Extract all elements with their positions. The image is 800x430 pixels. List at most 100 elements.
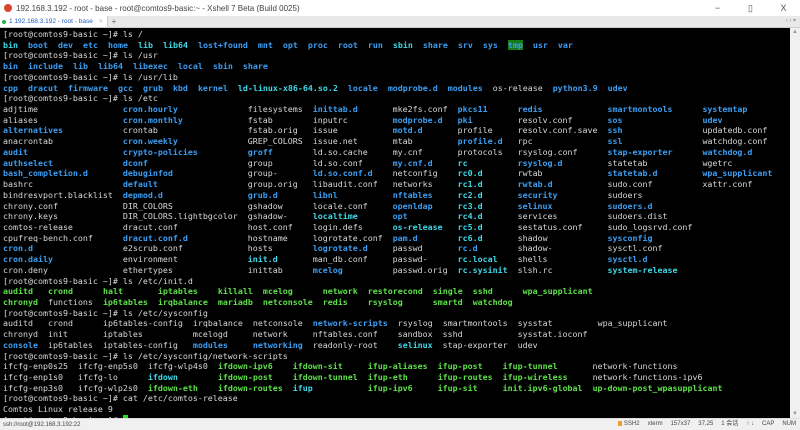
command-line: [root@comtos9-basic ~]# ls /usr (3, 50, 772, 61)
command-line: [root@comtos9-basic ~]# ls /usr/lib (3, 72, 772, 83)
listing-entry: udev (608, 83, 628, 93)
listing-entry: rc4.d (458, 211, 483, 221)
listing-entry: rc3.d (458, 201, 483, 211)
listing-entry: rsyslog (368, 297, 403, 307)
shell-prompt: [root@comtos9-basic ~]# (3, 29, 123, 39)
output-line: chrony.keys DIR_COLORS.lightbgcolor gsha… (3, 211, 772, 222)
scroll-down-icon[interactable]: ▼ (790, 411, 800, 417)
listing-entry: passwd (393, 243, 423, 253)
listing-entry: rpc (518, 136, 533, 146)
output-line: alternatives crontab fstab.orig issue mo… (3, 125, 772, 136)
listing-entry: mariadb (218, 297, 253, 307)
listing-entry: ifcfg-lo (78, 372, 118, 382)
listing-entry: cpufreq-bench.conf (3, 233, 93, 243)
listing-entry: iptables (158, 286, 198, 296)
shell-prompt: [root@comtos9-basic ~]# (3, 393, 123, 403)
output-line: audit crypto-policies groff ld.so.cache … (3, 147, 772, 158)
listing-entry: halt (103, 286, 123, 296)
maximize-button[interactable]: ▯ (734, 0, 767, 16)
listing-entry: inittab.d (313, 104, 358, 114)
command-text: cat /etc/comtos-release (123, 393, 238, 403)
listing-entry: dracut.conf (123, 222, 178, 232)
listing-entry: grub (143, 83, 163, 93)
listing-entry: selinux (398, 340, 433, 350)
listing-entry: bash_completion.d (3, 168, 88, 178)
listing-entry: my.cnf.d (393, 158, 433, 168)
scroll-up-icon[interactable]: ▲ (790, 29, 800, 35)
listing-entry: authselect (3, 158, 53, 168)
transfer-arrows-icon: ↑ ↓ (746, 419, 754, 430)
listing-entry: crypto-policies (123, 147, 198, 157)
listing-entry: modules (193, 340, 228, 350)
vertical-scrollbar[interactable]: ▲ ▼ (790, 28, 800, 418)
output-line: ifcfg-enp1s0 ifcfg-lo ifdown ifdown-post… (3, 372, 772, 383)
listing-entry: localtime (313, 211, 358, 221)
listing-entry: aliases (3, 115, 38, 125)
listing-entry: libexec (133, 61, 168, 71)
listing-entry: cron.monthly (123, 115, 183, 125)
listing-entry: stap-exporter (608, 147, 673, 157)
listing-entry: lib (138, 40, 153, 50)
close-button[interactable]: X (767, 0, 800, 16)
title-bar: 192.168.3.192 - root - base - root@comto… (0, 0, 800, 16)
listing-entry: ifcfg-wlp2s0 (78, 383, 138, 393)
listing-entry: locale.conf (313, 201, 368, 211)
listing-entry: ethertypes (123, 265, 173, 275)
tab-close-icon[interactable]: × (99, 18, 103, 25)
output-line: cron.daily environment init.d man_db.con… (3, 254, 772, 265)
listing-entry: wpa_supplicant (523, 286, 593, 296)
listing-entry: ifup-ipv6 (368, 383, 413, 393)
listing-entry: auditd (3, 286, 33, 296)
listing-entry: var (558, 40, 573, 50)
listing-entry: default (123, 179, 158, 189)
listing-entry: group (248, 158, 273, 168)
listing-entry: iptables (103, 329, 143, 339)
listing-entry: share (423, 40, 448, 50)
listing-entry: rsyslog.conf (518, 147, 578, 157)
listing-entry: fstab (248, 115, 273, 125)
listing-entry: ifup-routes (438, 372, 493, 382)
listing-entry: sudo_logsrvd.conf (608, 222, 693, 232)
command-text: ls /usr (123, 50, 158, 60)
listing-entry: pkcs11 (458, 104, 488, 114)
output-line: bashrc default group.orig libaudit.conf … (3, 179, 772, 190)
listing-entry: rsyslog.d (518, 158, 563, 168)
listing-entry: rc1.d (458, 179, 483, 189)
output-line: cpufreq-bench.conf dracut.conf.d hostnam… (3, 233, 772, 244)
minimize-button[interactable]: − (701, 0, 734, 16)
listing-entry: ifup-tunnel (503, 361, 558, 371)
listing-entry: sysctl.d (608, 254, 648, 264)
listing-entry: cron.weekly (123, 136, 178, 146)
listing-entry: watchdog.d (702, 147, 752, 157)
listing-entry: dracut.conf.d (123, 233, 188, 243)
tab-navigation-arrows[interactable]: ‹ › ▾ (786, 16, 796, 27)
listing-entry: system-release (608, 265, 678, 275)
listing-entry: sysctl.conf (608, 243, 663, 253)
terminal-output[interactable]: [root@comtos9-basic ~]# ls /bin boot dev… (0, 28, 790, 418)
listing-entry: bin (3, 40, 18, 50)
listing-entry: bindresvport.blacklist (3, 190, 113, 200)
connected-status-icon (2, 20, 6, 24)
shell-prompt: [root@comtos9-basic ~]# (3, 276, 123, 286)
listing-entry: etc (83, 40, 98, 50)
session-tab[interactable]: 1 192.168.3.192 - root - base × (0, 16, 108, 27)
listing-entry: lost+found (198, 40, 248, 50)
listing-entry: DIR_COLORS.lightbgcolor (123, 211, 238, 221)
command-text: ls /usr/lib (123, 72, 178, 82)
listing-entry: shadow- (518, 243, 553, 253)
listing-entry: selinux (518, 201, 553, 211)
listing-entry: rc.d (458, 243, 478, 253)
listing-entry: profile.d (458, 136, 503, 146)
listing-entry: group- (248, 168, 278, 178)
listing-entry: lib (73, 61, 88, 71)
new-tab-button[interactable]: + (112, 17, 117, 26)
listing-entry: cron.d (3, 243, 33, 253)
listing-entry: ifup (293, 383, 313, 393)
listing-entry: kernel (198, 83, 228, 93)
listing-entry: proc (308, 40, 328, 50)
listing-entry: watchdog.conf (702, 136, 767, 146)
listing-entry: rc5.d (458, 222, 483, 232)
output-line: aliases cron.monthly fstab inputrc modpr… (3, 115, 772, 126)
listing-entry: security (518, 190, 558, 200)
listing-entry: rc.sysinit (458, 265, 508, 275)
